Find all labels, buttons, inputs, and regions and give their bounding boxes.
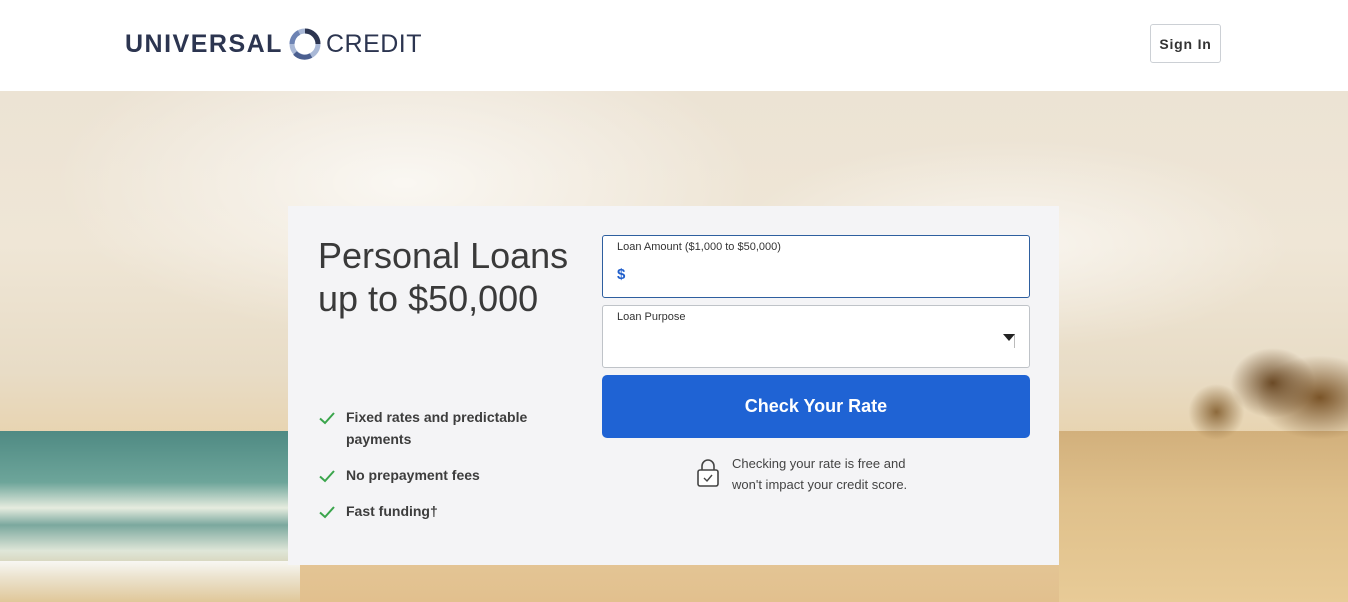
checkmark-icon xyxy=(319,470,335,483)
feature-list: Fixed rates and predictable payments No … xyxy=(318,406,568,536)
site-header: UNIVERSAL CREDIT Sign In xyxy=(0,0,1348,91)
feature-text: Fast funding† xyxy=(346,503,438,519)
feature-text: No prepayment fees xyxy=(346,467,480,483)
loan-purpose-select[interactable]: Loan Purpose xyxy=(602,305,1030,368)
logo-text-universal: UNIVERSAL xyxy=(125,29,283,58)
sign-in-button[interactable]: Sign In xyxy=(1150,24,1221,63)
universal-credit-logo[interactable]: UNIVERSAL CREDIT xyxy=(125,26,422,62)
check-your-rate-button[interactable]: Check Your Rate xyxy=(602,375,1030,438)
beach-image xyxy=(1059,431,1348,602)
feature-text: Fixed rates and predictable payments xyxy=(346,409,528,447)
feature-item: No prepayment fees xyxy=(318,464,568,486)
credit-score-note: Checking your rate is free and won't imp… xyxy=(696,453,932,495)
palm-trees-image xyxy=(1160,296,1348,441)
page-title: Personal Loans up to $50,000 xyxy=(318,235,569,319)
feature-item: Fixed rates and predictable payments xyxy=(318,406,568,450)
logo-text-credit: CREDIT xyxy=(325,29,423,58)
lock-icon xyxy=(697,459,719,487)
loan-amount-label: Loan Amount ($1,000 to $50,000) xyxy=(617,241,781,253)
loan-card: Personal Loans up to $50,000 Fixed rates… xyxy=(288,206,1059,565)
currency-symbol: $ xyxy=(617,266,626,283)
logo-ring-icon xyxy=(289,28,321,60)
checkmark-icon xyxy=(319,506,335,519)
feature-item: Fast funding† xyxy=(318,500,568,522)
surf-image xyxy=(0,561,300,602)
checkmark-icon xyxy=(319,412,335,425)
loan-purpose-label: Loan Purpose xyxy=(617,311,686,323)
note-text: Checking your rate is free and won't imp… xyxy=(732,456,908,492)
loan-amount-input[interactable] xyxy=(633,262,1013,288)
caret-down-icon[interactable] xyxy=(1003,334,1015,341)
loan-amount-field[interactable]: Loan Amount ($1,000 to $50,000) $ xyxy=(602,235,1030,298)
